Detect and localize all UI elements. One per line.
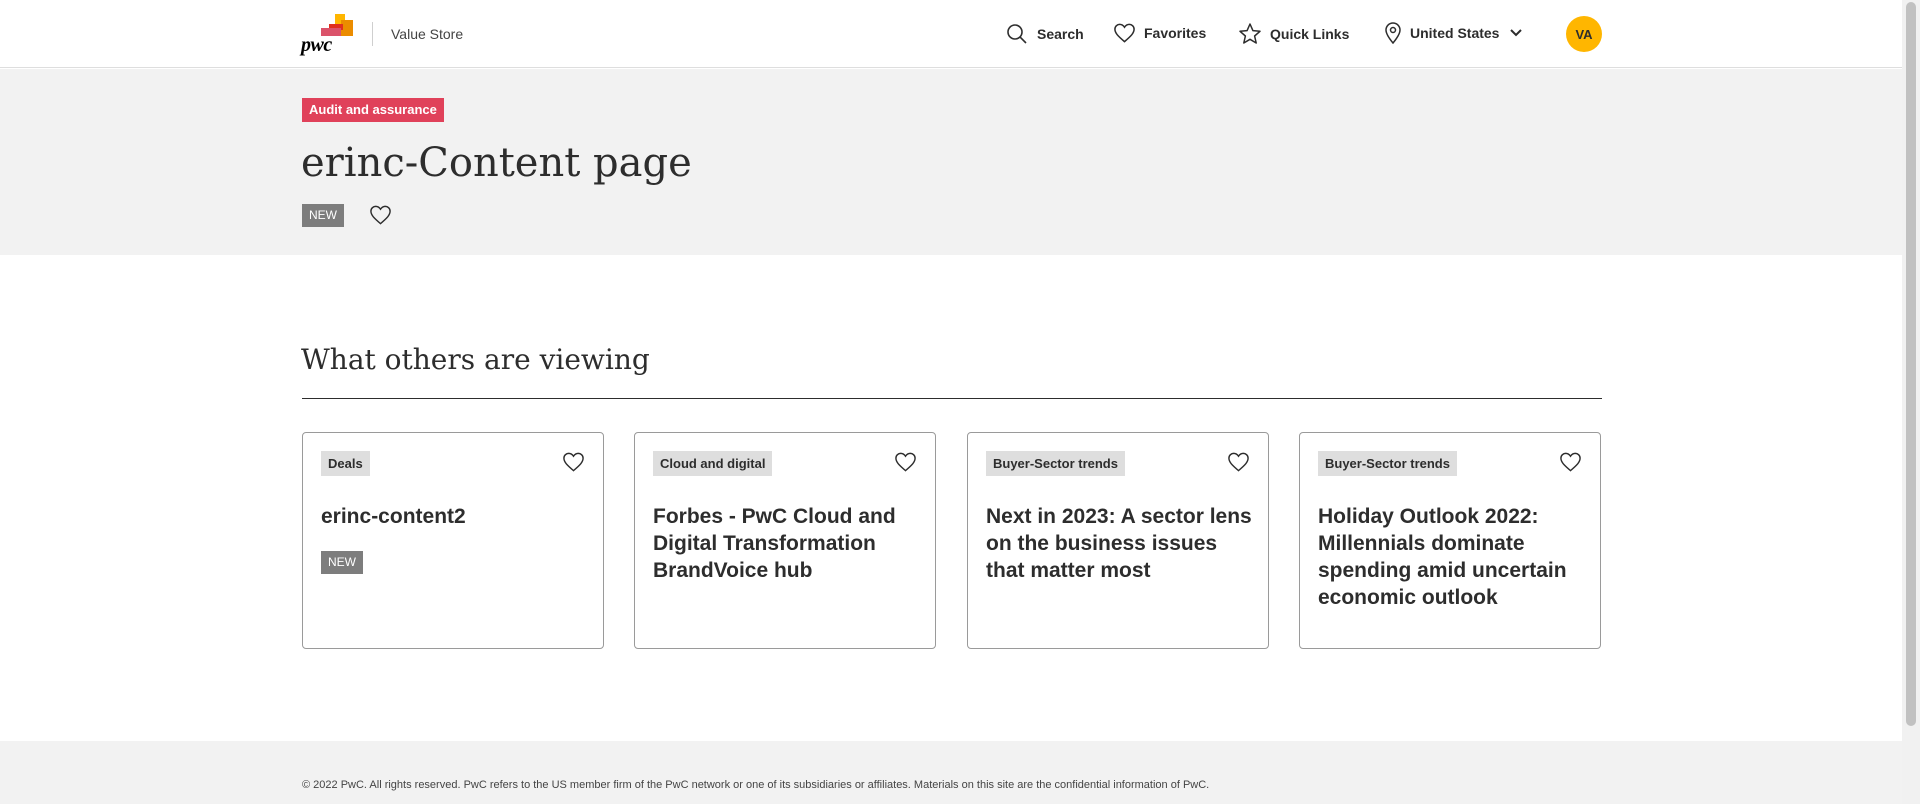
section-divider [302,398,1602,399]
copyright-text: © 2022 PwC. All rights reserved. PwC ref… [302,779,1210,791]
logo-blocks-icon [321,14,353,36]
favorite-heart-icon[interactable] [562,451,585,473]
page-footer: © 2022 PwC. All rights reserved. PwC ref… [0,741,1902,804]
card-tag[interactable]: Deals [321,451,370,476]
card-tag[interactable]: Buyer-Sector trends [1318,451,1457,476]
star-icon [1239,23,1261,44]
scrollbar-thumb[interactable] [1906,2,1916,726]
favorite-heart-icon[interactable] [1227,451,1250,473]
nav-favorites-label: Favorites [1144,25,1207,41]
nav-quick-links-label: Quick Links [1270,26,1350,42]
content-card[interactable]: Deals erinc-content2 NEW [302,432,604,649]
favorite-heart-icon[interactable] [369,204,392,226]
card-title[interactable]: Holiday Outlook 2022: Millennials domina… [1318,503,1584,611]
location-pin-icon [1385,22,1401,44]
user-avatar[interactable]: VA [1566,16,1602,52]
nav-search[interactable]: Search [1005,22,1084,46]
card-title[interactable]: Forbes - PwC Cloud and Digital Transform… [653,503,919,584]
content-card[interactable]: Buyer-Sector trends Holiday Outlook 2022… [1299,432,1601,649]
top-header: pwc Value Store Search Favorites Quick L… [0,0,1902,68]
new-badge: NEW [302,204,344,227]
favorite-heart-icon[interactable] [1559,451,1582,473]
new-badge: NEW [321,551,363,574]
card-title[interactable]: Next in 2023: A sector lens on the busin… [986,503,1252,584]
hero-banner [0,69,1902,255]
card-title[interactable]: erinc-content2 [321,503,587,530]
category-tag[interactable]: Audit and assurance [302,98,444,122]
nav-search-label: Search [1037,26,1084,42]
vertical-scrollbar[interactable] [1902,0,1920,804]
country-selector[interactable]: United States [1384,22,1523,44]
nav-favorites[interactable]: Favorites [1113,22,1206,44]
card-tag[interactable]: Cloud and digital [653,451,773,476]
search-icon [1007,24,1027,44]
heart-icon [1114,23,1135,43]
country-label: United States [1410,25,1500,41]
header-divider [372,22,373,46]
pwc-logo[interactable]: pwc [301,14,353,56]
content-card[interactable]: Cloud and digital Forbes - PwC Cloud and… [634,432,936,649]
content-card[interactable]: Buyer-Sector trends Next in 2023: A sect… [967,432,1269,649]
section-title: What others are viewing [301,343,650,376]
chevron-down-icon [1510,29,1523,37]
nav-quick-links[interactable]: Quick Links [1238,22,1349,46]
store-name[interactable]: Value Store [391,26,463,42]
page-title: erinc-Content page [301,140,692,186]
card-tag[interactable]: Buyer-Sector trends [986,451,1125,476]
logo-wordmark: pwc [301,34,332,56]
favorite-heart-icon[interactable] [894,451,917,473]
